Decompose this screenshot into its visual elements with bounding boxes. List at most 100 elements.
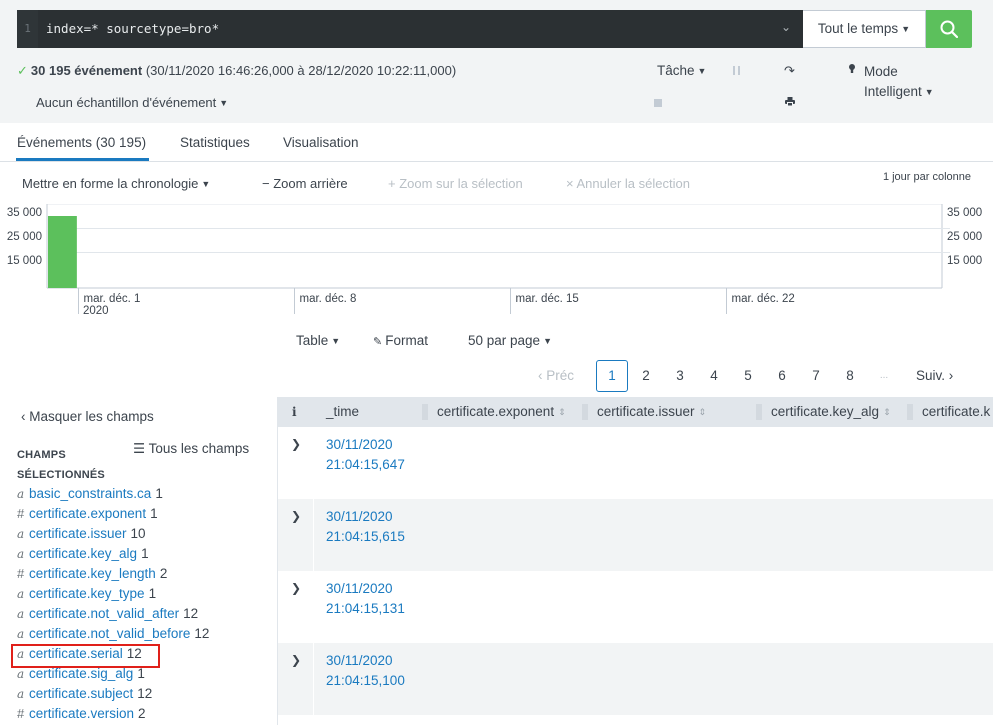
pause-icon[interactable] (733, 66, 740, 75)
tab-visualization[interactable]: Visualisation (283, 135, 359, 150)
event-time[interactable]: 30/11/2020 21:04:15,131 (326, 579, 405, 619)
field-name[interactable]: certificate.sig_alg (29, 666, 133, 681)
event-date[interactable]: 30/11/2020 (326, 651, 405, 671)
search-query[interactable]: index=* sourcetype=bro* (46, 10, 219, 48)
column-drag-handle[interactable] (422, 404, 428, 420)
search-mode-dropdown[interactable]: Mode Intelligent ▼ (864, 62, 934, 102)
y-tick-label-right: 25 000 (947, 231, 982, 243)
search-icon (940, 20, 958, 38)
minus-icon: − (262, 176, 274, 191)
stop-icon[interactable] (654, 99, 662, 107)
field-item[interactable]: a certificate.key_type 1 (17, 584, 209, 604)
zoom-selection-button[interactable]: + Zoom sur la sélection (388, 176, 523, 191)
column-drag-handle[interactable] (907, 404, 913, 420)
field-name[interactable]: certificate.not_valid_after (29, 606, 179, 621)
field-item[interactable]: a certificate.not_valid_before 12 (17, 624, 209, 644)
caret-down-icon: ▼ (219, 98, 229, 108)
event-clock[interactable]: 21:04:15,647 (326, 455, 405, 475)
column-drag-handle[interactable] (582, 404, 588, 420)
column-header-key-alg[interactable]: certificate.key_alg ⇕ (771, 397, 891, 427)
all-fields-button[interactable]: ☰ Tous les champs (133, 441, 249, 457)
hide-fields-button[interactable]: ‹ Masquer les champs (21, 409, 154, 424)
field-item[interactable]: a basic_constraints.ca 1 (17, 484, 209, 504)
field-item[interactable]: # certificate.exponent 1 (17, 504, 209, 524)
cancel-selection-button[interactable]: × Annuler la sélection (566, 176, 690, 191)
field-item[interactable]: # certificate.key_length 2 (17, 564, 209, 584)
line-number: 1 (17, 10, 38, 48)
field-name[interactable]: basic_constraints.ca (29, 486, 151, 501)
page-4-button[interactable]: 4 (706, 360, 722, 392)
column-header-exponent[interactable]: certificate.exponent ⇕ (437, 397, 566, 427)
field-name[interactable]: certificate.version (29, 706, 134, 721)
page-8-button[interactable]: 8 (842, 360, 858, 392)
cancel-selection-label: Annuler la sélection (576, 176, 690, 191)
string-type-icon: a (17, 687, 25, 701)
per-page-dropdown[interactable]: 50 par page ▼ (468, 333, 552, 348)
event-time[interactable]: 30/11/2020 21:04:15,100 (326, 651, 405, 691)
share-icon[interactable]: ↷ (784, 63, 795, 79)
chevron-down-icon[interactable]: ⌄ (781, 21, 791, 33)
sampling-dropdown[interactable]: Aucun échantillon d'événement ▼ (36, 95, 228, 110)
bar-lun-nov-30 (48, 216, 77, 288)
field-item[interactable]: a certificate.sig_alg 1 (17, 664, 209, 684)
sort-icon[interactable]: ⇕ (558, 407, 566, 417)
column-drag-handle[interactable] (756, 404, 762, 420)
prev-page-button[interactable]: ‹ Préc (538, 360, 574, 392)
event-time[interactable]: 30/11/2020 21:04:15,615 (326, 507, 405, 547)
expand-row-icon[interactable]: ❯ (291, 653, 301, 667)
event-date[interactable]: 30/11/2020 (326, 507, 405, 527)
job-menu[interactable]: Tâche ▼ (657, 63, 706, 78)
format-button[interactable]: ✎ Format (373, 333, 428, 348)
view-type-dropdown[interactable]: Table ▼ (296, 333, 340, 348)
field-item[interactable]: a certificate.not_valid_after 12 (17, 604, 209, 624)
zoom-out-button[interactable]: − Zoom arrière (262, 176, 348, 191)
event-time[interactable]: 30/11/2020 21:04:15,647 (326, 435, 405, 475)
timeline-svg[interactable]: 35 000 35 000 25 000 25 000 15 000 15 000 mar.… (0, 203, 993, 320)
time-range-picker[interactable]: Tout le temps ▼ (803, 10, 926, 48)
expand-row-icon[interactable]: ❯ (291, 437, 301, 451)
time-column-header[interactable]: _time (326, 397, 359, 427)
field-name[interactable]: certificate.key_length (29, 566, 156, 581)
expand-row-icon[interactable]: ❯ (291, 581, 301, 595)
field-name[interactable]: certificate.issuer (29, 526, 127, 541)
field-item[interactable]: a certificate.subject 12 (17, 684, 209, 704)
expand-row-icon[interactable]: ❯ (291, 509, 301, 523)
field-item[interactable]: # certificate.version 2 (17, 704, 209, 724)
field-item[interactable]: a certificate.key_alg 1 (17, 544, 209, 564)
event-clock[interactable]: 21:04:15,131 (326, 599, 405, 619)
page-2-button[interactable]: 2 (638, 360, 654, 392)
print-icon[interactable] (785, 97, 795, 106)
page-5-button[interactable]: 5 (740, 360, 756, 392)
page-6-button[interactable]: 6 (774, 360, 790, 392)
sort-icon[interactable]: ⇕ (883, 407, 891, 417)
page-7-button[interactable]: 7 (808, 360, 824, 392)
field-name[interactable]: certificate.subject (29, 686, 133, 701)
event-clock[interactable]: 21:04:15,100 (326, 671, 405, 691)
page-3-button[interactable]: 3 (672, 360, 688, 392)
format-label: Format (385, 333, 429, 348)
tab-statistics[interactable]: Statistiques (180, 135, 250, 150)
search-button[interactable] (926, 10, 972, 48)
field-count: 1 (150, 506, 158, 521)
search-status: ✓ 30 195 événement (30/11/2020 16:46:26,0… (17, 63, 456, 79)
event-date[interactable]: 30/11/2020 (326, 435, 405, 455)
sort-icon[interactable]: ⇕ (699, 407, 707, 417)
format-timeline-dropdown[interactable]: Mettre en forme la chronologie ▼ (22, 176, 210, 191)
column-header-key-truncated[interactable]: certificate.k (922, 397, 990, 427)
timeline-chart[interactable]: 35 000 35 000 25 000 25 000 15 000 15 000 mar.… (0, 203, 993, 320)
event-date[interactable]: 30/11/2020 (326, 579, 405, 599)
table-row: ❯ 30/11/2020 21:04:15,615 (278, 499, 993, 571)
event-clock[interactable]: 21:04:15,615 (326, 527, 405, 547)
page-1-button[interactable]: 1 (596, 360, 628, 392)
tab-events[interactable]: Événements (30 195) (17, 135, 146, 150)
field-name[interactable]: certificate.not_valid_before (29, 626, 190, 641)
field-name[interactable]: certificate.key_alg (29, 546, 137, 561)
field-item[interactable]: a certificate.serial 12 (10, 644, 209, 668)
next-page-button[interactable]: Suiv. › (916, 360, 953, 392)
field-name[interactable]: certificate.key_type (29, 586, 145, 601)
field-name[interactable]: certificate.serial (29, 646, 123, 661)
field-name[interactable]: certificate.exponent (29, 506, 146, 521)
field-item[interactable]: a certificate.issuer 10 (17, 524, 209, 544)
search-input[interactable]: 1 index=* sourcetype=bro* ⌄ (17, 10, 803, 48)
column-header-issuer[interactable]: certificate.issuer ⇕ (597, 397, 706, 427)
